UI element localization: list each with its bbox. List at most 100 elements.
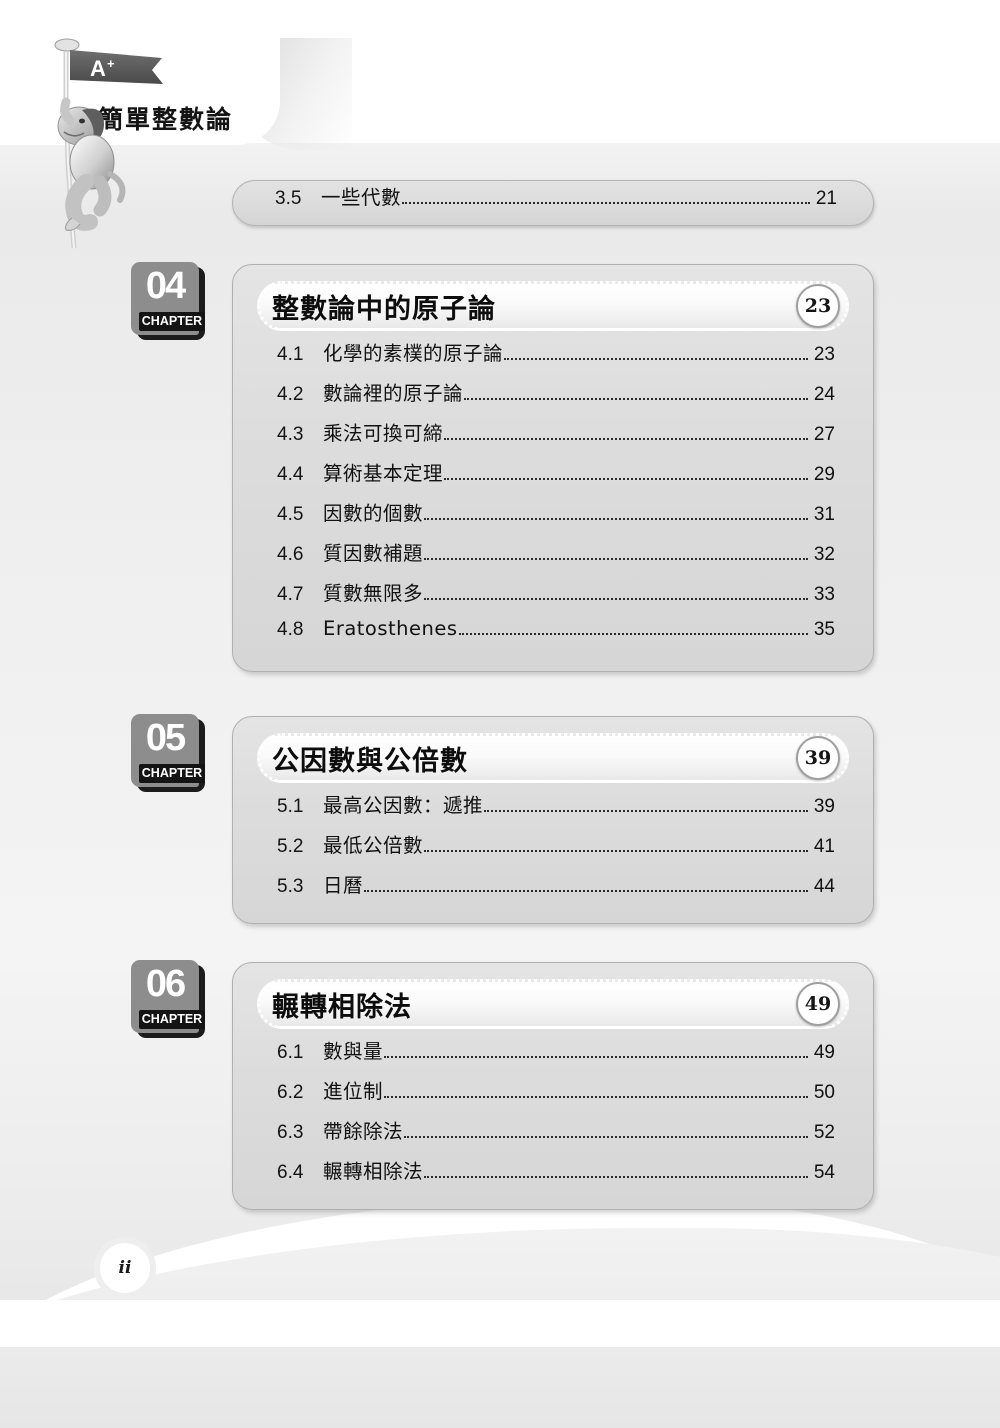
toc-row[interactable]: 4.7 質數無限多 33 [233,577,873,617]
toc-entry-page: 31 [813,504,835,525]
toc-row[interactable]: 4.1 化學的素樸的原子論 23 [233,337,873,377]
toc-entry-number: 4.1 [277,344,304,365]
toc-row[interactable]: 6.4 輾轉相除法 54 [233,1155,873,1195]
toc-entry-number: 4.6 [277,544,304,565]
toc-dot-leader [424,1175,808,1178]
chapter-badge-label: CHAPTER [141,766,203,780]
toc-entry-label: 數與量 [323,1040,384,1063]
toc-dot-leader [424,597,808,600]
toc-row[interactable]: 5.2 最低公倍數 41 [233,829,873,869]
chapter-badge-number: 05 [145,717,186,759]
toc-dot-leader [384,1055,808,1058]
chapter-title: 輾轉相除法 [272,991,412,1023]
toc-entry-number: 5.2 [277,836,304,857]
toc-entry-label: 一些代數 [321,186,402,209]
chapter-page-circle: 39 [796,736,840,780]
svg-text:A: A [90,56,106,81]
toc-entry-page: 44 [813,876,835,897]
toc-entry-page: 33 [813,584,835,605]
toc-entry-page: 54 [813,1162,835,1183]
svg-text:+: + [107,56,115,71]
toc-entry-number: 4.2 [277,384,304,405]
toc-dot-leader [402,201,810,204]
chapter-title: 整數論中的原子論 [272,293,496,325]
chapter-box-05: 公因數與公倍數 39 5.1 最高公因數：遞推 39 5.2 最低公倍數 41 … [232,716,874,924]
chapter-page-circle: 49 [796,982,840,1026]
toc-entry-page: 27 [813,424,835,445]
toc-entry-number: 5.3 [277,876,304,897]
chapter-page-circle: 23 [796,284,840,328]
toc-entry-label: 最高公因數：遞推 [323,794,484,817]
toc-entry-number: 6.2 [277,1082,304,1103]
toc-entry-page: 21 [815,188,837,209]
toc-entry-number: 6.3 [277,1122,304,1143]
toc-entry-label: 帶餘除法 [323,1120,404,1143]
toc-entry-label: 日曆 [323,874,364,897]
toc-entry-number: 4.7 [277,584,304,605]
chapter-titlebar: 輾轉相除法 49 [257,979,849,1029]
toc-entry-page: 32 [813,544,835,565]
toc-dot-leader [484,809,808,812]
toc-entry-box-3-5: 3.5 一些代數 21 [232,180,874,226]
toc-entry-page: 50 [813,1082,835,1103]
toc-dot-leader [424,517,808,520]
toc-entry-label: 質數無限多 [323,582,424,605]
toc-dot-leader [424,557,808,560]
toc-entry-page: 24 [813,384,835,405]
toc-row[interactable]: 6.1 數與量 49 [233,1035,873,1075]
toc-row[interactable]: 6.2 進位制 50 [233,1075,873,1115]
toc-entry-number: 6.1 [277,1042,304,1063]
toc-entry-number: 6.4 [277,1162,304,1183]
toc-entry-number: 3.5 [275,188,302,209]
chapter-box-04: 整數論中的原子論 23 4.1 化學的素樸的原子論 23 4.2 數論裡的原子論… [232,264,874,672]
toc-row[interactable]: 5.1 最高公因數：遞推 39 [233,789,873,829]
toc-entry-page: 49 [813,1042,835,1063]
toc-entry-label: Eratosthenes [323,617,458,640]
toc-dot-leader [504,357,808,360]
chapter-badge-number: 04 [145,265,186,307]
toc-dot-leader [464,397,808,400]
toc-row[interactable]: 6.3 帶餘除法 52 [233,1115,873,1155]
toc-dot-leader [364,889,808,892]
toc-entry-number: 4.8 [277,619,304,640]
chapter-badge-06: 06 CHAPTER [131,960,205,1038]
toc-dot-leader [444,437,808,440]
toc-row[interactable]: 4.3 乘法可換可締 27 [233,417,873,457]
toc-dot-leader [424,849,808,852]
chapter-badge-05: 05 CHAPTER [131,714,205,792]
toc-row[interactable]: 3.5 一些代數 21 [233,181,873,223]
chapter-box-06: 輾轉相除法 49 6.1 數與量 49 6.2 進位制 50 6.3 帶餘除法 … [232,962,874,1210]
chapter-badge-strip: CHAPTER [139,764,205,783]
toc-entry-label: 輾轉相除法 [323,1160,424,1183]
chapter-titlebar: 整數論中的原子論 23 [257,281,849,331]
toc-entry-label: 質因數補題 [323,542,424,565]
toc-entry-label: 最低公倍數 [323,834,424,857]
chapter-badge-strip: CHAPTER [139,312,205,331]
toc-entry-page: 29 [813,464,835,485]
toc-dot-leader [444,477,808,480]
chapter-badge-strip: CHAPTER [139,1010,205,1029]
toc-entry-page: 41 [813,836,835,857]
footer-page-label: ii [118,1258,132,1278]
toc-entry-label: 乘法可換可締 [323,422,444,445]
chapter-badge-label: CHAPTER [141,1012,203,1026]
toc-entry-label: 算術基本定理 [323,462,444,485]
toc-entry-number: 4.5 [277,504,304,525]
toc-row[interactable]: 5.3 日曆 44 [233,869,873,909]
toc-entry-number: 4.4 [277,464,304,485]
toc-entry-page: 23 [813,344,835,365]
toc-row[interactable]: 4.6 質因數補題 32 [233,537,873,577]
toc-row[interactable]: 4.5 因數的個數 31 [233,497,873,537]
toc-row[interactable]: 4.2 數論裡的原子論 24 [233,377,873,417]
footer-page-number: ii [94,1237,156,1299]
chapter-title: 公因數與公倍數 [272,745,468,777]
page-bottom-white-strip [0,1300,1000,1347]
toc-entry-label: 因數的個數 [323,502,424,525]
toc-entry-number: 4.3 [277,424,304,445]
toc-row[interactable]: 4.8 Eratosthenes 35 [233,617,873,657]
toc-dot-leader [404,1135,808,1138]
toc-entry-label: 數論裡的原子論 [323,382,464,405]
chapter-badge-label: CHAPTER [141,314,203,328]
toc-row[interactable]: 4.4 算術基本定理 29 [233,457,873,497]
chapter-badge-number: 06 [145,963,186,1005]
